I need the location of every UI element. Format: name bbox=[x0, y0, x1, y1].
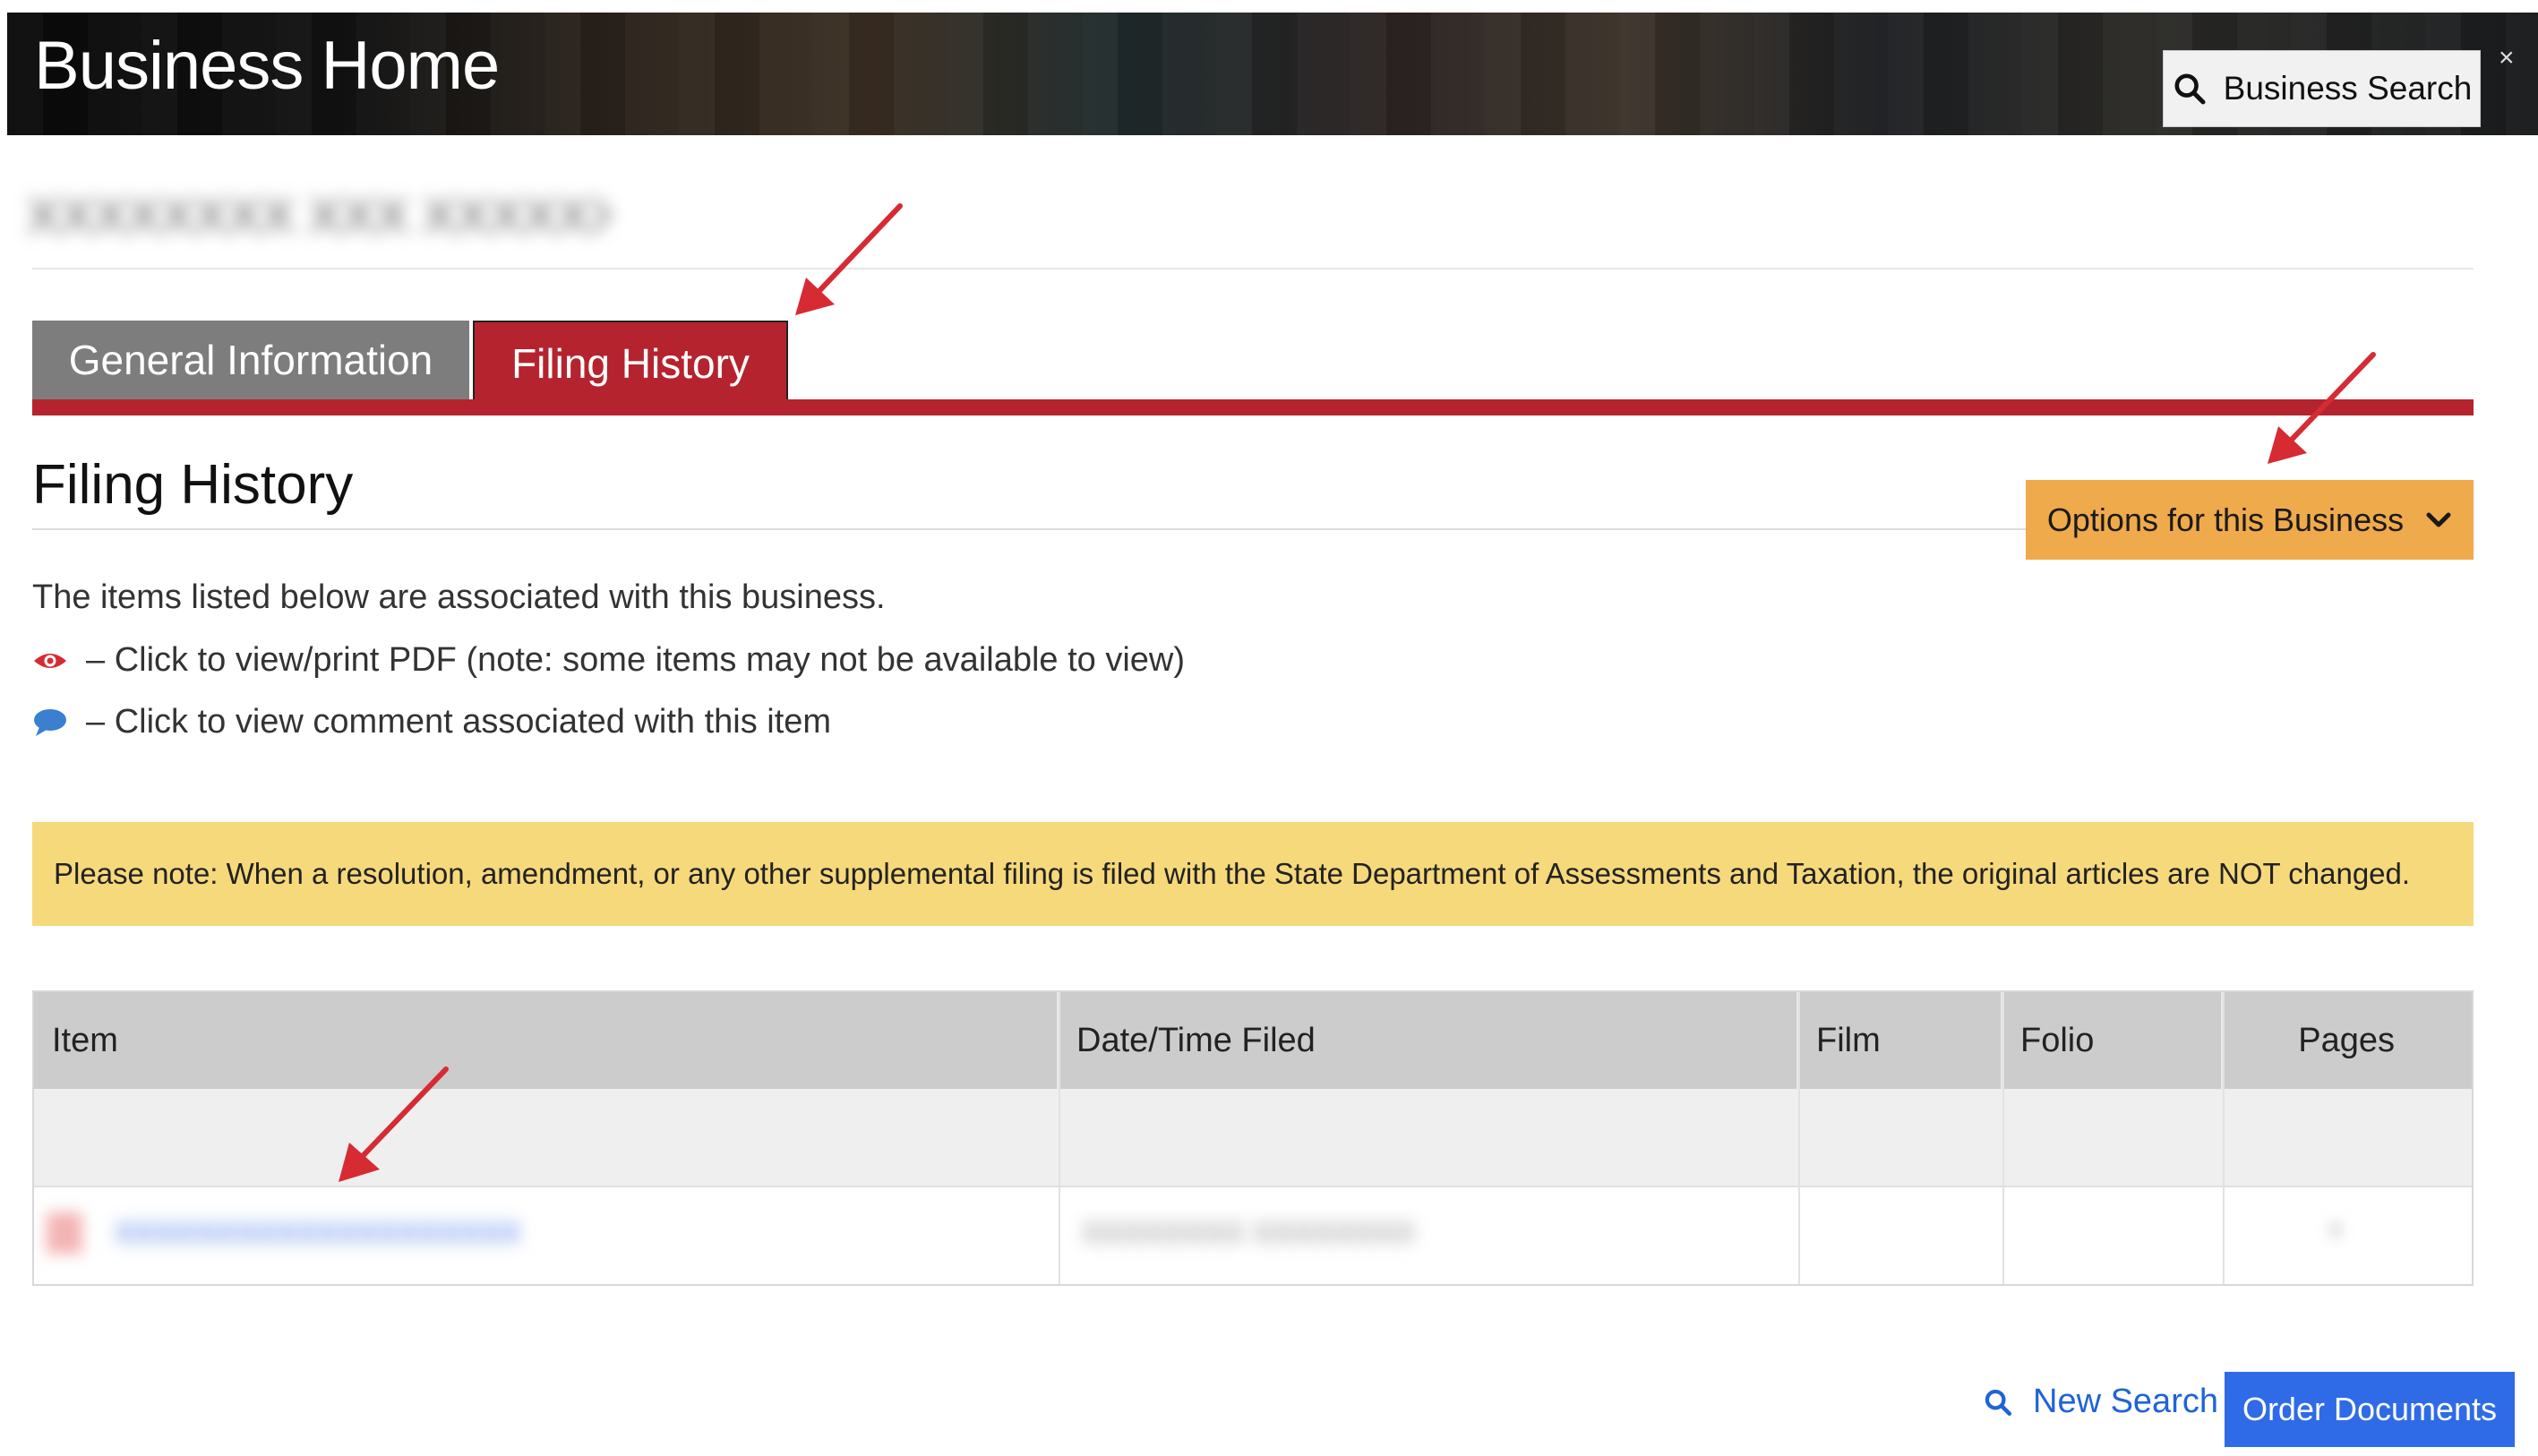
header-banner: Business Home Business Search × bbox=[7, 13, 2538, 135]
page-title: Business Home bbox=[34, 28, 500, 104]
column-divider bbox=[2223, 992, 2225, 1284]
filing-date: XXXXXXXX XXXXXXXX bbox=[1082, 1216, 1416, 1250]
legend-comment: – Click to view comment associated with … bbox=[32, 703, 831, 741]
column-divider bbox=[2002, 992, 2004, 1284]
filing-pages: X bbox=[2327, 1216, 2345, 1246]
column-header-folio[interactable]: Folio bbox=[2002, 992, 2223, 1089]
filing-history-table: Item Date/Time Filed Film Folio Pages XX… bbox=[32, 990, 2474, 1286]
search-icon bbox=[1985, 1389, 2012, 1416]
business-name: XXXXXXXX XXX XXXXXXXX bbox=[27, 187, 609, 244]
business-search-label: Business Search bbox=[2223, 70, 2473, 107]
eye-icon bbox=[34, 653, 66, 668]
comment-icon bbox=[34, 708, 66, 736]
business-search-button[interactable]: Business Search bbox=[2163, 50, 2481, 127]
page: Business Home Business Search × XXXXXXXX… bbox=[0, 0, 2538, 1456]
column-divider bbox=[1059, 992, 1060, 1284]
tab-filing-history[interactable]: Filing History bbox=[473, 321, 788, 405]
options-for-business-button[interactable]: Options for this Business bbox=[2026, 480, 2474, 560]
divider bbox=[32, 528, 2026, 530]
legend-pdf: – Click to view/print PDF (note: some it… bbox=[32, 641, 1185, 680]
column-header-pages[interactable]: Pages bbox=[2223, 992, 2475, 1089]
divider bbox=[32, 268, 2474, 270]
tab-underline-bar bbox=[32, 399, 2474, 415]
legend-comment-text: – Click to view comment associated with … bbox=[86, 703, 832, 741]
column-header-item[interactable]: Item bbox=[34, 992, 1059, 1089]
notice-banner: Please note: When a resolution, amendmen… bbox=[32, 822, 2474, 926]
tab-general-information[interactable]: General Information bbox=[32, 321, 469, 399]
column-divider bbox=[1798, 992, 1800, 1284]
table-header: Item Date/Time Filed Film Folio Pages bbox=[34, 992, 2472, 1089]
order-documents-button[interactable]: Order Documents bbox=[2225, 1372, 2515, 1447]
column-header-film[interactable]: Film bbox=[1798, 992, 2002, 1089]
pdf-icon[interactable] bbox=[47, 1212, 82, 1254]
notice-text: Please note: When a resolution, amendmen… bbox=[54, 857, 2411, 890]
legend-pdf-text: – Click to view/print PDF (note: some it… bbox=[86, 641, 1186, 679]
section-title: Filing History bbox=[32, 454, 354, 516]
new-search-label: New Search bbox=[2033, 1383, 2218, 1420]
search-icon bbox=[2174, 73, 2206, 105]
annotation-arrow-icon bbox=[795, 203, 903, 315]
new-search-link[interactable]: New Search bbox=[1983, 1383, 2218, 1421]
filing-item-link[interactable]: XXXXXXXXXXXXXXXXXXXX bbox=[115, 1216, 544, 1250]
close-icon[interactable]: × bbox=[2499, 43, 2515, 73]
options-button-label: Options for this Business bbox=[2046, 501, 2405, 538]
column-header-date[interactable]: Date/Time Filed bbox=[1059, 992, 1798, 1089]
chevron-down-icon bbox=[2426, 512, 2451, 527]
intro-text: The items listed below are associated wi… bbox=[32, 578, 886, 616]
table-row-empty bbox=[34, 1089, 2472, 1187]
